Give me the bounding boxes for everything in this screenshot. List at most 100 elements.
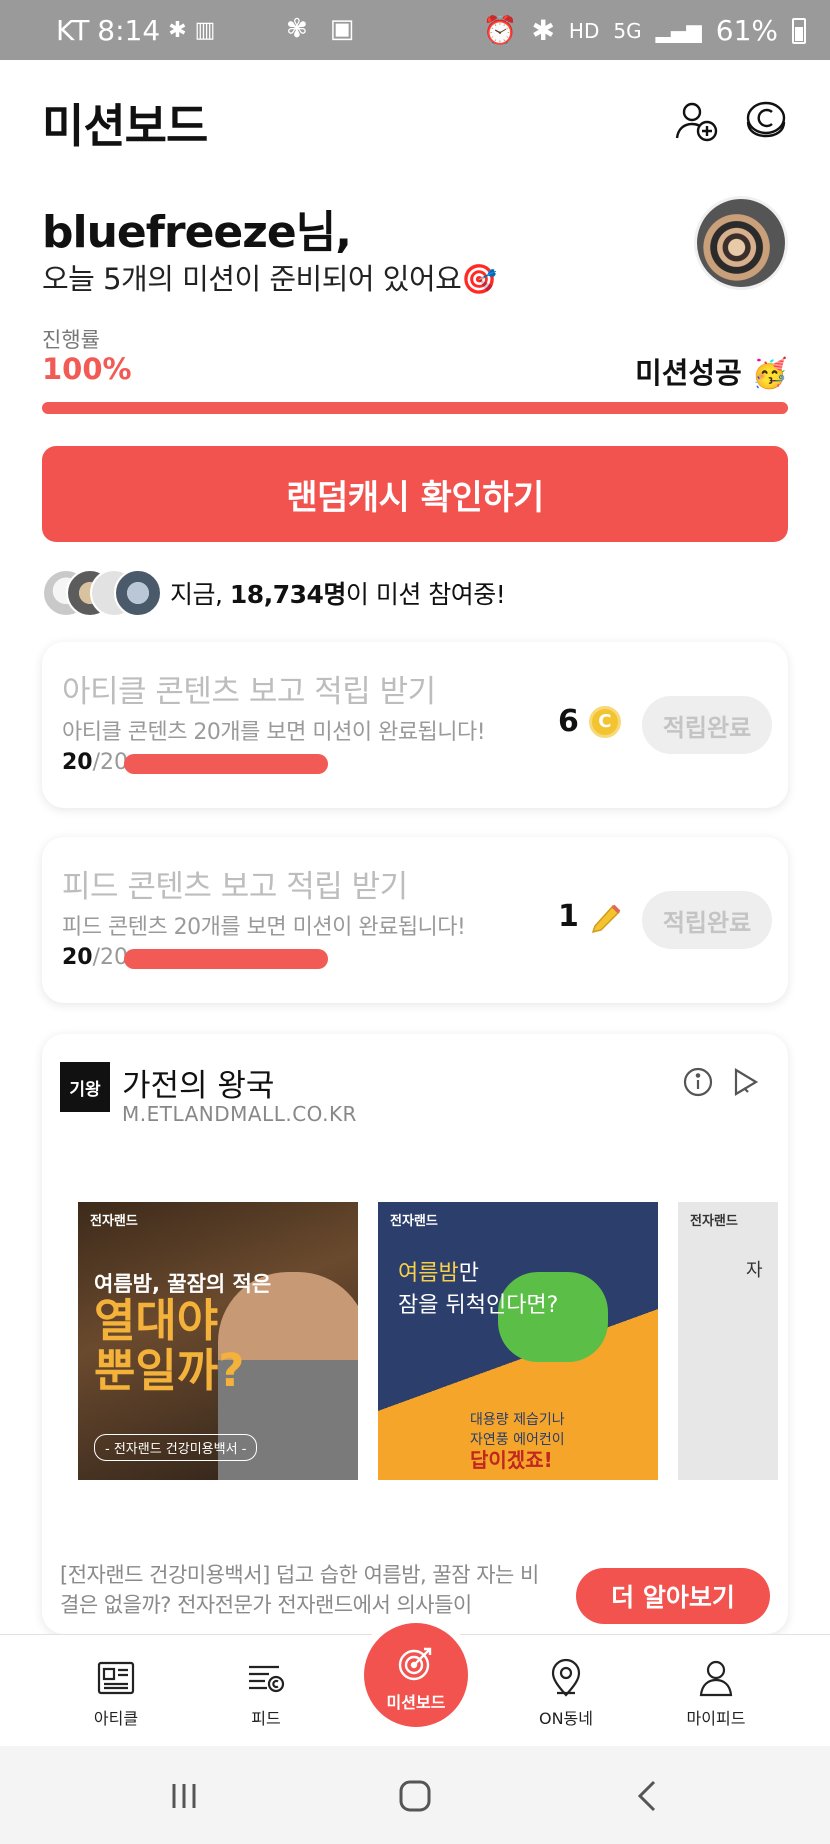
ad-image[interactable]: 전자랜드 여름밤만 잠을 뒤척인다면? 대용량 제습기나 자연풍 에어컨이 답이… bbox=[378, 1202, 658, 1480]
image-icon: ▣ bbox=[329, 14, 355, 44]
alarm-icon: ⏰ bbox=[482, 14, 518, 47]
mission-progress-bar bbox=[124, 949, 328, 969]
progress-label: 진행률 bbox=[42, 328, 100, 352]
participants-row: 지금, 18,734명이 미션 참여중! bbox=[42, 568, 506, 618]
battery-percent: 61% bbox=[715, 14, 778, 47]
mission-card-article[interactable]: 아티클 콘텐츠 보고 적립 받기 아티클 콘텐츠 20개를 보면 미션이 완료됩… bbox=[42, 642, 788, 808]
mission-complete-button[interactable]: 적립완료 bbox=[642, 891, 772, 949]
home-icon[interactable] bbox=[395, 1776, 435, 1816]
greeting-name: bluefreeze님, bbox=[42, 207, 352, 258]
ad-url: M.ETLANDMALL.CO.KR bbox=[122, 1102, 357, 1126]
ad-image-big-text: 열대야 뿐일까? bbox=[94, 1294, 245, 1397]
nav-item-feed[interactable]: 피드 bbox=[216, 1657, 316, 1729]
system-nav-bar bbox=[0, 1746, 830, 1844]
app-header: 미션보드 bbox=[0, 60, 830, 170]
participants-text: 지금, 18,734명이 미션 참여중! bbox=[170, 575, 506, 611]
battery-saver-icon: ✱ bbox=[168, 18, 187, 43]
ad-image-brand: 전자랜드 bbox=[690, 1214, 738, 1229]
nav-label: ON동네 bbox=[538, 1709, 593, 1728]
ad-description: [전자랜드 건강미용백서] 덥고 습한 여름밤, 꿀잠 자는 비결은 없을까? … bbox=[60, 1563, 539, 1617]
hd-badge: HD bbox=[568, 18, 600, 43]
ad-logo: 기왕 bbox=[60, 1062, 110, 1112]
article-icon bbox=[97, 1661, 135, 1695]
mission-desc: 피드 콘텐츠 20개를 보면 미션이 완료됩니다! bbox=[62, 915, 466, 940]
reward-amount: 1 bbox=[558, 899, 579, 934]
coin-icon: C bbox=[588, 705, 621, 738]
clock: 8:14 bbox=[97, 14, 161, 47]
learn-more-button[interactable]: 더 알아보기 bbox=[576, 1568, 770, 1624]
mission-desc: 아티클 콘텐츠 20개를 보면 미션이 완료됩니다! bbox=[62, 720, 486, 745]
ad-image-footer: 대용량 제습기나 자연풍 에어컨이 답이겠죠! bbox=[470, 1410, 565, 1473]
recent-apps-icon[interactable] bbox=[164, 1776, 204, 1816]
mission-count: 20/20 bbox=[62, 945, 128, 970]
bluetooth-icon: ✱ bbox=[531, 14, 555, 47]
person-icon bbox=[699, 1660, 733, 1697]
status-bar: KT 8:14 ✱ ▥ ✾ ▣ ⏰ ✱ HD 5G ▂▄▆ 61% bbox=[0, 0, 830, 60]
nav-item-article[interactable]: 아티클 bbox=[66, 1657, 166, 1729]
mission-total: /20 bbox=[92, 945, 129, 970]
mission-title: 피드 콘텐츠 보고 적립 받기 bbox=[62, 869, 408, 905]
mission-reward: 1 bbox=[558, 899, 623, 934]
carrier-label: KT bbox=[56, 14, 90, 47]
network-badge: 5G bbox=[613, 18, 642, 43]
ad-choices-icon[interactable] bbox=[730, 1066, 762, 1098]
nav-item-on-dongne[interactable]: ON동네 bbox=[516, 1657, 616, 1729]
mission-success-label: 미션성공 🥳 bbox=[635, 356, 788, 390]
ad-image-text: 자 bbox=[746, 1260, 763, 1281]
mission-total: /20 bbox=[92, 750, 129, 775]
ad-image[interactable]: 전자랜드 여름밤, 꿀잠의 적은 열대야 뿐일까? - 전자랜드 건강미용백서 - bbox=[78, 1202, 358, 1480]
mission-count: 20/20 bbox=[62, 750, 128, 775]
footer-line: 대용량 제습기나 bbox=[470, 1412, 565, 1428]
status-notifications: ✾ ▣ bbox=[286, 14, 354, 44]
ad-image[interactable]: 전자랜드 자 bbox=[678, 1202, 778, 1480]
data-usage-icon: ▥ bbox=[194, 18, 216, 43]
mission-progress-bar bbox=[124, 754, 328, 774]
nav-label: 마이피드 bbox=[686, 1709, 746, 1728]
participants-prefix: 지금, bbox=[170, 580, 230, 609]
ad-advertiser-name: 가전의 왕국 bbox=[122, 1068, 275, 1104]
nav-label: 피드 bbox=[251, 1709, 281, 1728]
mission-done: 20 bbox=[62, 750, 93, 775]
target-icon bbox=[398, 1647, 432, 1681]
nav-label: 미션보드 bbox=[386, 1693, 446, 1712]
add-user-icon[interactable] bbox=[674, 98, 718, 142]
status-left: KT 8:14 ✱ ▥ bbox=[56, 14, 215, 47]
mission-reward: 6 C bbox=[558, 704, 621, 739]
random-cash-button[interactable]: 랜덤캐시 확인하기 bbox=[42, 446, 788, 542]
progress-bar bbox=[42, 402, 788, 414]
headline-part: 잠을 뒤척인다면? bbox=[398, 1293, 559, 1318]
headline-part: 여름밤 bbox=[398, 1261, 459, 1286]
footer-line: 답이겠죠! bbox=[470, 1448, 553, 1472]
mission-complete-button[interactable]: 적립완료 bbox=[642, 696, 772, 754]
status-right: ⏰ ✱ HD 5G ▂▄▆ 61% bbox=[483, 14, 806, 47]
page-title: 미션보드 bbox=[42, 99, 208, 153]
signal-icon: ▂▄▆ bbox=[655, 18, 702, 43]
nav-item-my-feed[interactable]: 마이피드 bbox=[666, 1657, 766, 1729]
progress-bar-fill bbox=[42, 402, 788, 414]
mission-card-feed[interactable]: 피드 콘텐츠 보고 적립 받기 피드 콘텐츠 20개를 보면 미션이 완료됩니다… bbox=[42, 837, 788, 1003]
profile-avatar[interactable] bbox=[694, 196, 788, 290]
headline-part: 만 bbox=[458, 1261, 479, 1286]
footer-line: 자연풍 에어컨이 bbox=[470, 1432, 565, 1448]
reward-amount: 6 bbox=[558, 704, 579, 739]
battery-icon bbox=[792, 17, 806, 44]
cash-icon[interactable] bbox=[744, 98, 788, 142]
location-pin-icon bbox=[551, 1658, 581, 1697]
feed-icon bbox=[249, 1665, 285, 1693]
mission-title: 아티클 콘텐츠 보고 적립 받기 bbox=[62, 674, 436, 710]
participant-avatar bbox=[114, 569, 162, 617]
mission-done: 20 bbox=[62, 945, 93, 970]
nav-label: 아티클 bbox=[93, 1709, 139, 1728]
bottom-nav: 아티클 피드 미션보드 ON동네 마이피드 bbox=[0, 1623, 830, 1746]
nav-item-mission-board[interactable]: 미션보드 bbox=[364, 1623, 468, 1727]
ad-image-headline: 여름밤만 잠을 뒤척인다면? bbox=[398, 1258, 558, 1322]
progress-value: 100% bbox=[42, 352, 132, 386]
ad-card[interactable]: 기왕 가전의 왕국 M.ETLANDMALL.CO.KR 전자랜드 여름밤, 꿀… bbox=[42, 1034, 788, 1634]
back-icon[interactable] bbox=[628, 1776, 668, 1816]
ad-image-brand: 전자랜드 bbox=[390, 1214, 438, 1229]
greeting-subtitle: 오늘 5개의 미션이 준비되어 있어요🎯 bbox=[42, 262, 497, 296]
fan-icon: ✾ bbox=[286, 14, 308, 44]
info-icon[interactable] bbox=[682, 1066, 714, 1098]
ad-image-footer: - 전자랜드 건강미용백서 - bbox=[94, 1434, 258, 1461]
ad-image-brand: 전자랜드 bbox=[90, 1214, 138, 1229]
